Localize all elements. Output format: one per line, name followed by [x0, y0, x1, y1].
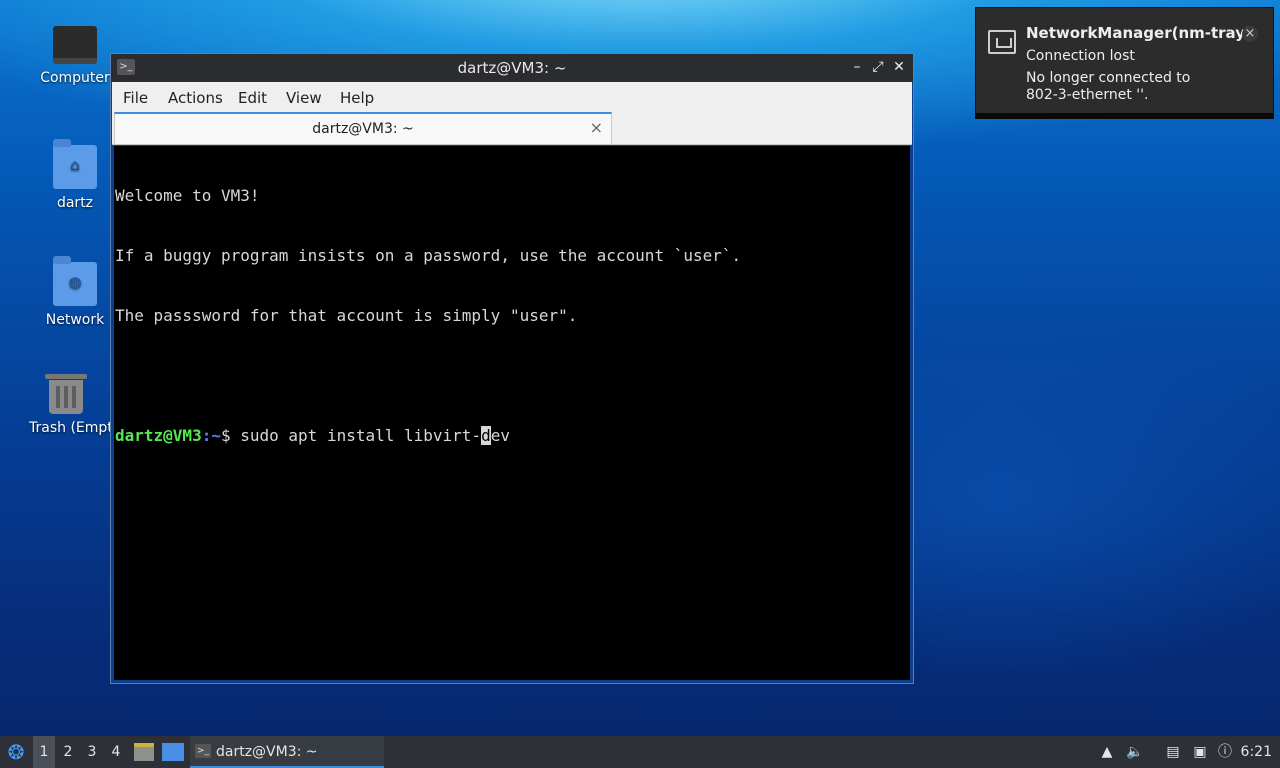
taskbar-task-terminal[interactable]: >_ dartz@VM3: ~ — [190, 736, 384, 768]
menu-file[interactable]: File — [123, 89, 148, 107]
text-cursor: d — [481, 426, 491, 445]
menu-edit[interactable]: Edit — [238, 89, 267, 107]
network-wired-icon — [988, 30, 1016, 54]
desktop-switch-1[interactable]: 1 — [33, 736, 55, 768]
network-tray-icon[interactable]: ▣ — [1189, 736, 1211, 768]
close-button[interactable]: ✕ — [889, 57, 909, 77]
minimize-button[interactable]: – — [847, 57, 867, 77]
menu-help[interactable]: Help — [340, 89, 374, 107]
home-folder-icon: ⌂ — [53, 139, 97, 189]
window-title: dartz@VM3: ~ — [457, 59, 567, 77]
tray-arrow-icon[interactable]: ▲ — [1096, 736, 1118, 768]
file-manager-launcher-icon[interactable] — [134, 743, 154, 761]
notification-body: No longer connected to 802-3-ethernet ''… — [1026, 70, 1191, 103]
menu-actions[interactable]: Actions — [168, 89, 223, 107]
desktop-switch-4[interactable]: 4 — [105, 736, 127, 768]
command-text-after-cursor: ev — [490, 426, 510, 445]
clipboard-icon[interactable]: ▤ — [1162, 736, 1184, 768]
notifications-tray-icon[interactable]: ⓘ — [1214, 736, 1236, 768]
tab-terminal[interactable]: dartz@VM3: ~ × — [114, 112, 612, 144]
desktop-switch-2[interactable]: 2 — [57, 736, 79, 768]
computer-icon — [53, 26, 97, 64]
task-label: dartz@VM3: ~ — [216, 744, 318, 760]
notification-close-icon[interactable]: × — [1242, 26, 1258, 42]
command-text: sudo apt install libvirt- — [240, 426, 482, 445]
desktop-icon-label: Trash (Empt — [29, 420, 112, 436]
desktop-switch-3[interactable]: 3 — [81, 736, 103, 768]
notification-app: NetworkManager(nm-tray) — [1026, 24, 1252, 42]
window-titlebar[interactable]: >_ dartz@VM3: ~ – ⤢ ✕ — [111, 54, 913, 82]
clock[interactable]: 6:21 — [1241, 736, 1272, 768]
prompt-user: dartz@VM3 — [115, 426, 202, 445]
prompt-separator: : — [201, 426, 212, 445]
volume-icon[interactable]: 🔈 — [1124, 736, 1146, 768]
terminal-line: If a buggy program insists on a password… — [115, 246, 742, 265]
show-desktop-icon[interactable] — [162, 743, 184, 761]
maximize-button[interactable]: ⤢ — [868, 57, 888, 77]
terminal-window: >_ dartz@VM3: ~ – ⤢ ✕ File Actions Edit … — [110, 53, 914, 684]
terminal-line: The passsword for that account is simply… — [115, 306, 578, 325]
tab-close-icon[interactable]: × — [590, 118, 603, 137]
terminal-prompt-line: dartz@VM3:~$ sudo apt install libvirt-de… — [115, 426, 910, 446]
taskbar: ❂ 1 2 3 4 >_ dartz@VM3: ~ ▲ 🔈 ▤ ▣ ⓘ 6:21 — [0, 736, 1280, 768]
terminal-line: Welcome to VM3! — [115, 186, 260, 205]
trash-icon — [45, 374, 87, 414]
prompt-symbol: $ — [220, 426, 241, 445]
notification-popup[interactable]: NetworkManager(nm-tray) Connection lost … — [975, 7, 1274, 119]
start-menu-icon[interactable]: ❂ — [4, 740, 28, 764]
tab-strip: dartz@VM3: ~ × — [112, 112, 912, 145]
menu-view[interactable]: View — [286, 89, 322, 107]
notification-summary: Connection lost — [1026, 48, 1135, 64]
terminal-output[interactable]: Welcome to VM3! If a buggy program insis… — [114, 146, 910, 680]
network-folder-icon: ◍ — [53, 256, 97, 306]
tab-label: dartz@VM3: ~ — [312, 121, 414, 137]
desktop-icon-trash[interactable]: Trash (Empt — [20, 372, 112, 436]
terminal-icon: >_ — [195, 744, 211, 758]
prompt-path: ~ — [211, 426, 221, 445]
menu-bar: File Actions Edit View Help — [112, 82, 912, 112]
